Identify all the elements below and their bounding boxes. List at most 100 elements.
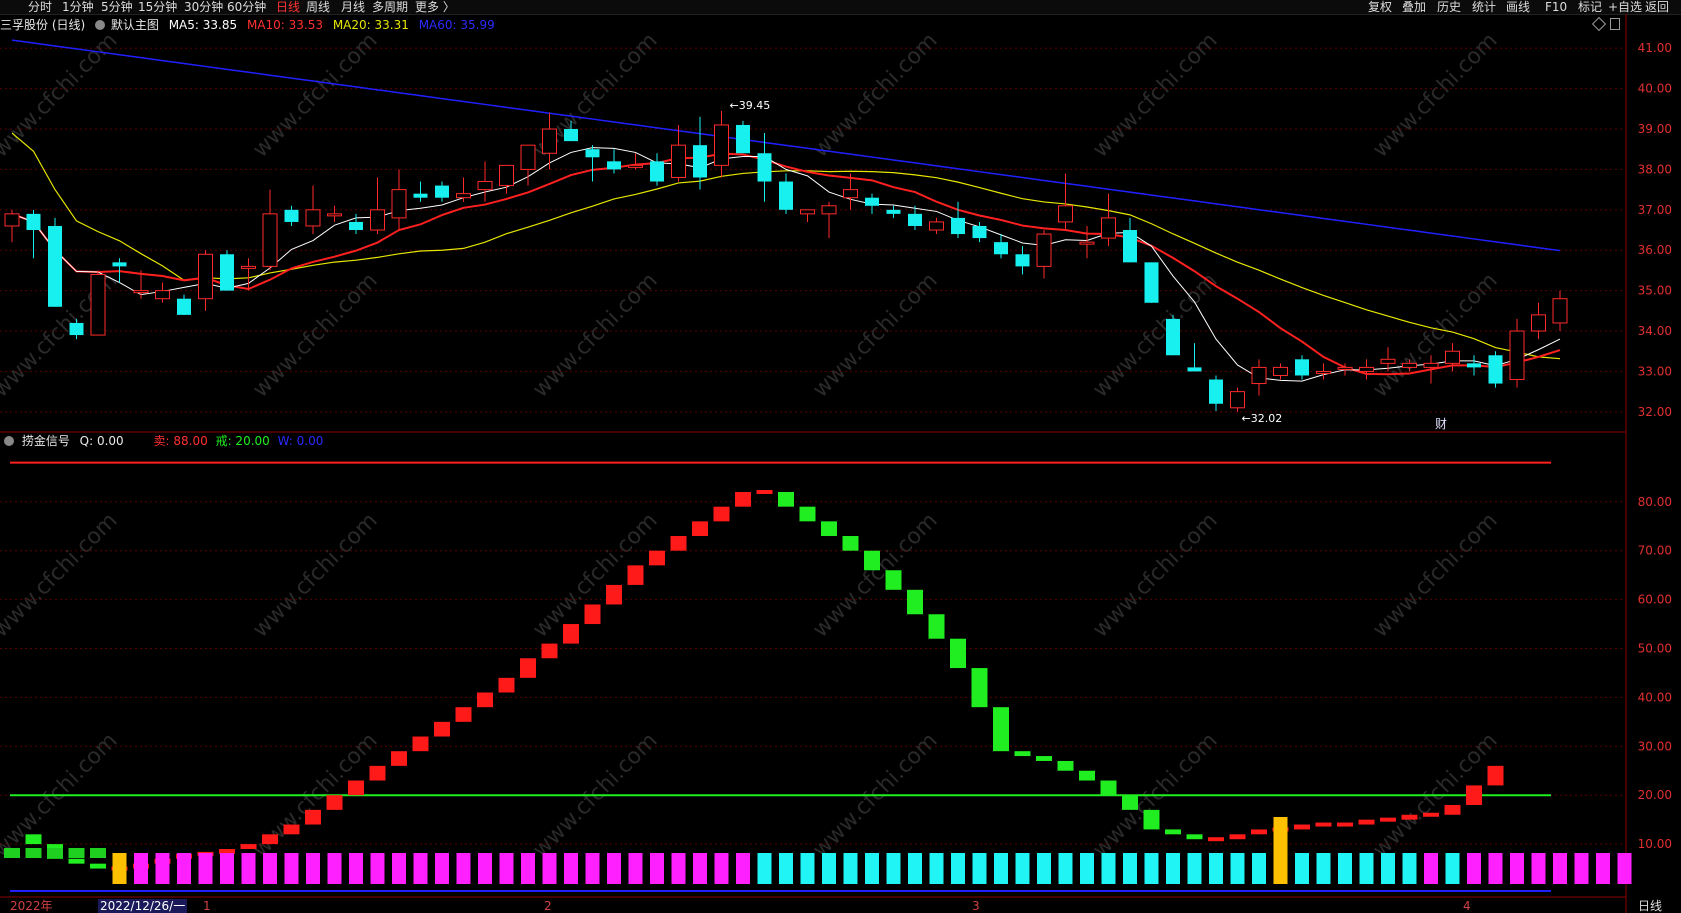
month-label-1: 2: [544, 899, 552, 913]
flag-bar-cyan: [1381, 853, 1395, 884]
candle-body-up: [327, 213, 342, 217]
period-label[interactable]: 日线: [1638, 899, 1662, 913]
signal-bar-down: [842, 536, 859, 551]
period-tab-8[interactable]: 月线: [341, 0, 365, 14]
signal-bar-up: [1444, 804, 1461, 815]
flag-bar-magenta: [413, 853, 428, 884]
toolbar-button-4[interactable]: 画线: [1506, 0, 1530, 14]
flag-bar-cyan: [1166, 853, 1180, 884]
candle-body-up: [370, 209, 385, 231]
candle-body-down: [607, 161, 621, 170]
period-tab-9[interactable]: 多周期: [372, 0, 408, 14]
indicator-name[interactable]: 捞金信号: [22, 434, 70, 448]
flag-bar-magenta: [263, 853, 277, 884]
period-tab-3[interactable]: 15分钟: [138, 0, 177, 14]
signal-bar-up: [541, 643, 558, 659]
period-tab-2[interactable]: 5分钟: [101, 0, 133, 14]
flag-bar-green: [68, 848, 85, 858]
flag-bar-gold: [112, 853, 127, 884]
period-tab-7[interactable]: 周线: [306, 0, 330, 14]
settings-circle-icon[interactable]: [95, 20, 106, 30]
flag-bar-cyan: [843, 853, 858, 884]
candle-body-down: [177, 298, 191, 315]
flag-bar-magenta: [1424, 853, 1438, 884]
candle-body-up: [1531, 314, 1546, 332]
watermark-text: www.cfchi.com: [0, 508, 123, 642]
signal-bar-down: [885, 570, 902, 590]
w-label: W: 0.00: [277, 434, 324, 448]
candle-body-up: [800, 209, 815, 215]
settings-circle-icon[interactable]: [4, 436, 14, 446]
indicator-header: 捞金信号 Q: 0.00 卖: 88.00 戒: 20.00 W: 0.00: [0, 434, 323, 448]
toolbar-button-8[interactable]: 返回: [1645, 0, 1669, 14]
toolbar-button-7[interactable]: +自选: [1608, 0, 1642, 14]
candle-body-down: [693, 145, 707, 178]
candle-body-down: [736, 124, 750, 154]
candle-body-down: [757, 153, 772, 182]
signal-bar-up: [1251, 829, 1267, 835]
month-label-3: 4: [1463, 899, 1471, 913]
signal-tick: 20.00: [1638, 788, 1672, 802]
toolbar-button-1[interactable]: 叠加: [1402, 0, 1426, 14]
signal-bar-up: [756, 490, 773, 495]
signal-bar-down: [25, 834, 42, 845]
period-tab-4[interactable]: 30分钟: [184, 0, 223, 14]
signal-bar-up: [326, 795, 343, 810]
flag-bar-cyan: [800, 853, 815, 884]
candle-body-down: [48, 225, 62, 307]
flag-bar-cyan: [1359, 853, 1374, 884]
flag-bar-magenta: [650, 853, 664, 884]
flag-bar-cyan: [1338, 853, 1352, 884]
signal-bar-up: [262, 834, 278, 845]
price-tick: 36.00: [1638, 243, 1672, 257]
signal-bar-up: [434, 721, 450, 737]
candle-body-up: [4, 213, 20, 227]
candle-body-up: [1058, 205, 1073, 223]
period-tab-6[interactable]: 日线: [276, 0, 300, 14]
candle-body-up: [821, 205, 837, 215]
signal-bar-up: [348, 780, 364, 796]
signal-bar-up: [369, 765, 386, 781]
signal-bar-up: [1380, 817, 1396, 822]
flag-bar-cyan: [1316, 853, 1331, 884]
period-tab-1[interactable]: 1分钟: [62, 0, 94, 14]
flag-bar-cyan: [779, 853, 793, 884]
toolbar-button-0[interactable]: 复权: [1368, 0, 1392, 14]
flag-bar-cyan: [1015, 853, 1030, 884]
signal-bar-down: [1014, 751, 1031, 757]
flag-bar-magenta: [284, 853, 299, 884]
candle-body-down: [1015, 254, 1030, 267]
period-tab-10[interactable]: 更多 〉: [415, 0, 455, 14]
candle-body-up: [477, 181, 493, 191]
signal-bar-up: [563, 624, 579, 644]
flag-bar-cyan: [886, 853, 901, 884]
watermark-text: www.cfchi.com: [248, 508, 382, 642]
period-tab-5[interactable]: 60分钟: [227, 0, 266, 14]
flag-bar-cyan: [929, 853, 944, 884]
main-indicator-name[interactable]: 默认主图: [111, 18, 159, 32]
toolbar-button-5[interactable]: F10: [1545, 0, 1567, 14]
toolbar-button-2[interactable]: 历史: [1437, 0, 1461, 14]
candle-body-up: [843, 189, 858, 199]
signal-bar-up: [498, 677, 515, 693]
candle-body-down: [220, 254, 234, 291]
stock-title[interactable]: 三孚股份 (日线): [0, 18, 85, 32]
candle-body-up: [391, 189, 407, 219]
finance-marker[interactable]: 财: [1435, 417, 1447, 431]
toolbar-button-6[interactable]: 标记: [1578, 0, 1602, 14]
signal-bar-up: [670, 536, 687, 551]
window-icon[interactable]: [1610, 18, 1620, 30]
signal-bar-down: [68, 858, 85, 864]
flag-bar-magenta: [542, 853, 557, 884]
period-tab-0[interactable]: 分时: [28, 0, 52, 14]
signal-bar-down: [1057, 760, 1074, 771]
cursor-date: 2022/12/26/一: [98, 899, 188, 913]
flag-bar-magenta: [714, 853, 729, 884]
candle-body-down: [650, 161, 664, 182]
flag-bar-magenta: [370, 853, 385, 884]
signal-bar-up: [520, 658, 536, 678]
toolbar-button-3[interactable]: 统计: [1472, 0, 1496, 14]
candle-body-down: [1467, 363, 1481, 368]
candle-body-down: [349, 221, 363, 231]
flag-bar-magenta: [1488, 853, 1503, 884]
